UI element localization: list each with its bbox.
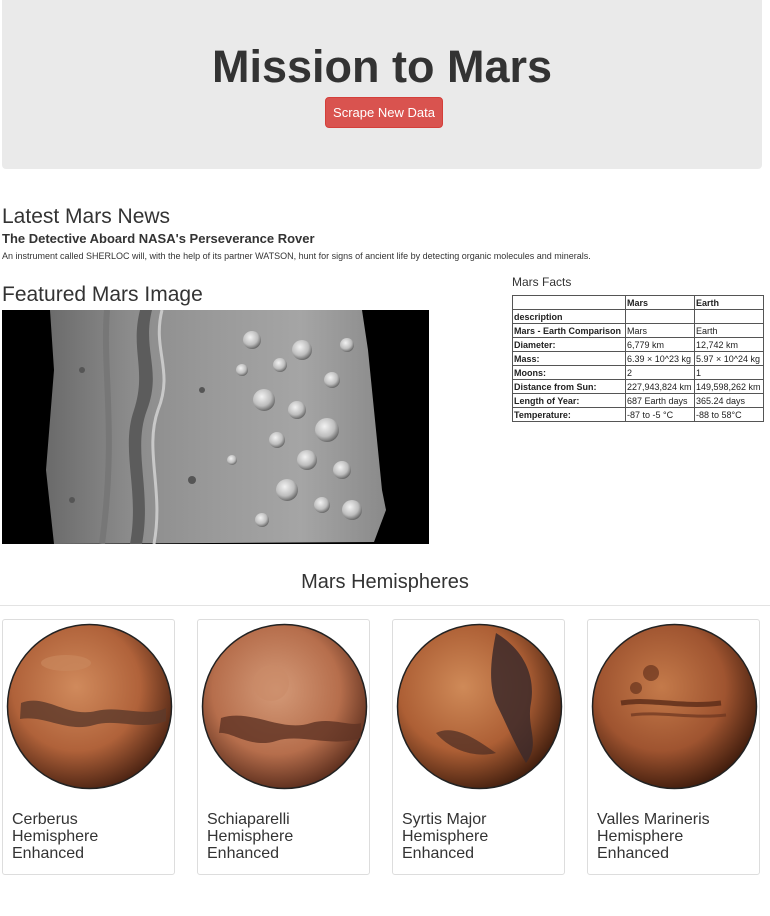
table-index-label: description [512,309,626,324]
valles-marineris-hemisphere-image[interactable] [591,623,758,790]
hemisphere-card[interactable]: Syrtis Major Hemisphere Enhanced [392,619,565,875]
table-cell-earth: 365.24 days [694,393,764,408]
table-header-cell [512,295,626,310]
scrape-new-data-button[interactable]: Scrape New Data [325,97,443,128]
table-cell-earth: 149,598,262 km [694,379,764,394]
hemisphere-title[interactable]: Schiaparelli Hemisphere Enhanced [207,811,357,862]
table-row: Moons: 2 1 [512,365,764,380]
page-title: Mission to Mars [211,41,553,92]
table-row-label: Diameter: [512,337,626,352]
table-row: Mars - Earth Comparison Mars Earth [512,323,764,338]
table-row: Mass: 6.39 × 10^23 kg 5.97 × 10^24 kg [512,351,764,366]
table-cell-mars: 227,943,824 km [625,379,695,394]
section-divider [0,605,770,606]
table-index-row: description [512,309,764,324]
table-row: Distance from Sun: 227,943,824 km 149,59… [512,379,764,394]
mars-facts-heading: Mars Facts [512,275,572,289]
table-cell-mars: -87 to -5 °C [625,407,695,422]
table-cell-earth: Earth [694,323,764,338]
table-row-label: Distance from Sun: [512,379,626,394]
table-row-label: Moons: [512,365,626,380]
cerberus-hemisphere-image[interactable] [6,623,173,790]
table-row: Length of Year: 687 Earth days 365.24 da… [512,393,764,408]
table-cell-earth: -88 to 58°C [694,407,764,422]
table-header-row: Mars Earth [512,295,764,310]
table-cell-earth: 12,742 km [694,337,764,352]
hemisphere-card[interactable]: Cerberus Hemisphere Enhanced [2,619,175,875]
hemisphere-title[interactable]: Cerberus Hemisphere Enhanced [12,811,162,862]
table-cell-earth: 5.97 × 10^24 kg [694,351,764,366]
table-row: Temperature: -87 to -5 °C -88 to 58°C [512,407,764,422]
hemisphere-title[interactable]: Syrtis Major Hemisphere Enhanced [402,811,552,862]
table-header-cell: Earth [694,295,764,310]
table-cell-earth: 1 [694,365,764,380]
news-title: The Detective Aboard NASA's Perseverance… [2,231,315,246]
hemispheres-heading: Mars Hemispheres [301,571,469,593]
table-cell-mars: 687 Earth days [625,393,695,408]
table-cell-mars: Mars [625,323,695,338]
table-cell-mars: 6,779 km [625,337,695,352]
news-heading: Latest Mars News [2,205,171,228]
header-jumbotron: Mission to Mars Scrape New Data [2,0,762,169]
mars-facts-table: Mars Earth description Mars - Earth Comp… [512,295,764,422]
table-row-label: Mars - Earth Comparison [512,323,626,338]
table-header-cell [694,309,764,324]
news-paragraph: An instrument called SHERLOC will, with … [2,251,591,261]
hemisphere-card[interactable]: Schiaparelli Hemisphere Enhanced [197,619,370,875]
table-header-cell: Mars [625,295,695,310]
table-header-cell [625,309,695,324]
table-cell-mars: 6.39 × 10^23 kg [625,351,695,366]
schiaparelli-hemisphere-image[interactable] [201,623,368,790]
table-row: Diameter: 6,779 km 12,742 km [512,337,764,352]
table-row-label: Mass: [512,351,626,366]
featured-image-heading: Featured Mars Image [2,283,203,306]
hemisphere-card[interactable]: Valles Marineris Hemisphere Enhanced [587,619,760,875]
featured-mars-image [2,310,429,544]
syrtis-major-hemisphere-image[interactable] [396,623,563,790]
table-cell-mars: 2 [625,365,695,380]
hemisphere-title[interactable]: Valles Marineris Hemisphere Enhanced [597,811,747,862]
table-row-label: Length of Year: [512,393,626,408]
table-row-label: Temperature: [512,407,626,422]
